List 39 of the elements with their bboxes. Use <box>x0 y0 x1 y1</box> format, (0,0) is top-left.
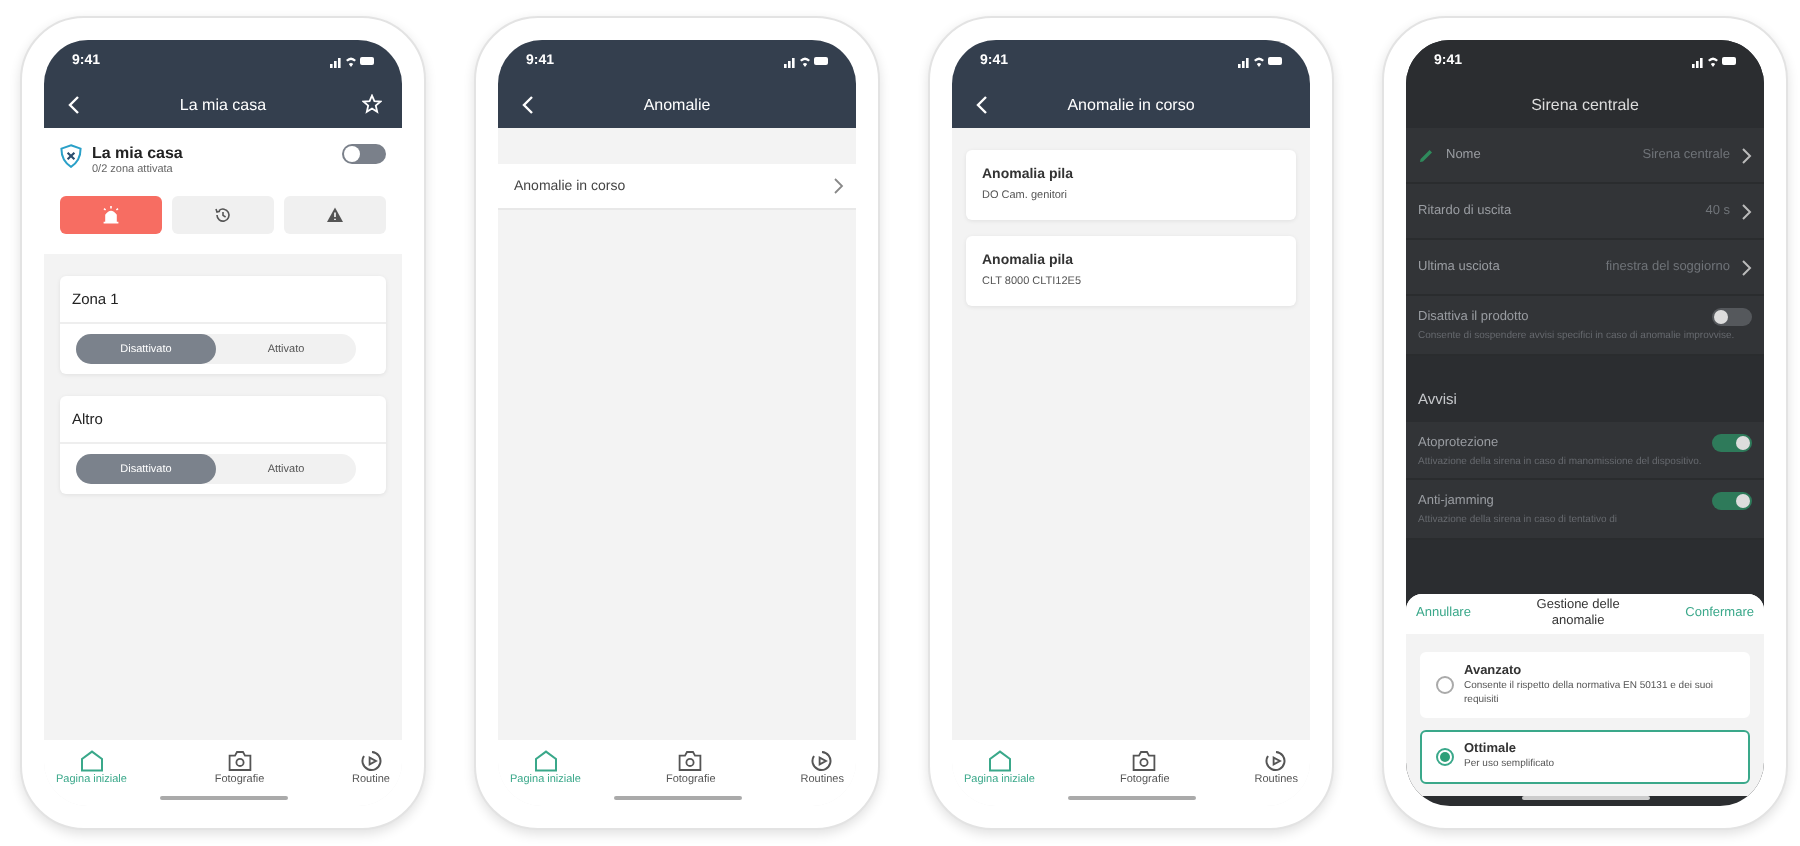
back-icon[interactable] <box>522 95 534 113</box>
chevron-right-icon <box>1742 259 1752 275</box>
screen-title: La mia casa <box>177 95 269 113</box>
play-circle-icon <box>359 750 383 772</box>
camera-icon <box>678 750 703 772</box>
chevron-right-icon <box>834 178 844 194</box>
home-icon <box>987 750 1012 772</box>
setting-toggle[interactable] <box>1712 492 1752 510</box>
radio-button[interactable] <box>1436 748 1454 767</box>
star-icon[interactable] <box>362 94 382 114</box>
camera-icon <box>227 750 252 772</box>
setting-toggle[interactable] <box>1712 308 1752 326</box>
screen-title: Sirena centrale <box>1529 95 1641 113</box>
shield-icon <box>60 144 82 168</box>
status-icons <box>1238 53 1282 67</box>
home-name: La mia casa <box>92 144 185 162</box>
arm-toggle[interactable] <box>342 144 386 164</box>
screen-title: Anomalie in corso <box>1065 95 1197 113</box>
radio-button[interactable] <box>1436 676 1454 694</box>
home-icon <box>533 750 558 772</box>
setting-toggle[interactable] <box>1712 433 1752 451</box>
history-icon <box>214 206 232 224</box>
back-icon[interactable] <box>976 95 988 113</box>
camera-icon <box>1132 750 1157 772</box>
chevron-right-icon <box>1742 147 1752 163</box>
siren-tab[interactable] <box>60 196 162 234</box>
status-icons <box>330 53 374 67</box>
status-icons <box>1692 53 1736 67</box>
siren-icon <box>102 206 120 224</box>
pencil-icon <box>1418 147 1434 163</box>
chevron-right-icon <box>1742 203 1752 219</box>
back-icon[interactable] <box>68 95 80 113</box>
warning-icon <box>326 206 344 224</box>
play-circle-icon <box>810 750 835 772</box>
home-icon <box>79 750 104 772</box>
screen-title: Anomalie <box>641 95 713 113</box>
play-circle-icon <box>1264 750 1289 772</box>
status-icons <box>784 53 828 67</box>
warning-tab[interactable] <box>284 196 386 234</box>
